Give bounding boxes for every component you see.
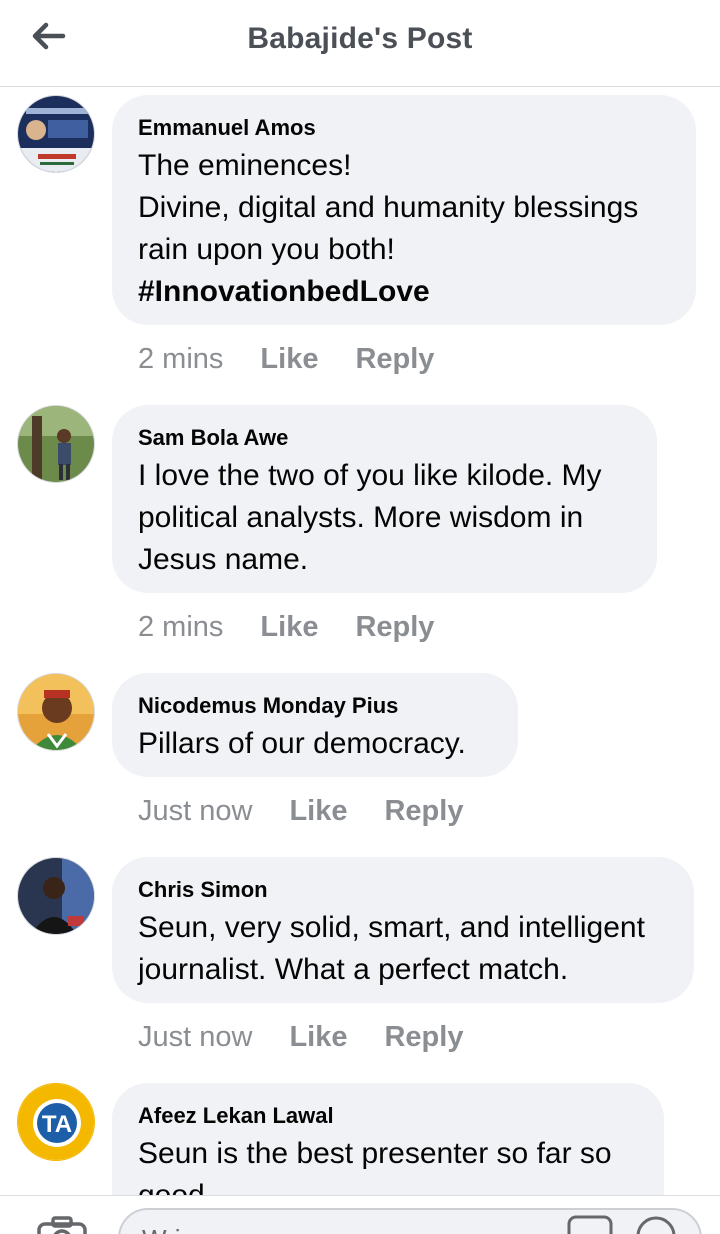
comment-bubble: Nicodemus Monday Pius Pillars of our dem… [112,673,518,777]
comment-bubble: Afeez Lekan Lawal Seun is the best prese… [112,1083,664,1195]
like-button[interactable]: Like [289,795,347,828]
reply-button[interactable]: Reply [355,611,434,644]
comment-text-line: Divine, digital and humanity blessings r… [138,191,639,266]
comment-actions: Just now Like Reply [138,791,500,831]
like-button[interactable]: Like [260,611,318,644]
comment-author[interactable]: Chris Simon [138,877,668,903]
comment-author[interactable]: Afeez Lekan Lawal [138,1103,638,1129]
emoji-icon[interactable] [634,1214,678,1234]
like-button[interactable]: Like [260,343,318,376]
comment-actions: 2 mins Like Reply [138,607,471,647]
comments-list: Emmanuel Amos The eminences! Divine, dig… [0,87,720,1195]
avatar[interactable] [17,673,95,751]
reply-button[interactable]: Reply [355,343,434,376]
comment-text-line: The eminences! [138,149,352,182]
camera-icon[interactable] [36,1216,88,1234]
comment-author[interactable]: Emmanuel Amos [138,115,670,141]
reply-button[interactable]: Reply [384,795,463,828]
avatar[interactable]: TA [17,1083,95,1161]
comment-text: Seun is the best presenter so far so goo… [138,1137,612,1195]
avatar[interactable] [17,95,95,173]
avatar[interactable] [17,405,95,483]
comment-bubble: Emmanuel Amos The eminences! Divine, dig… [112,95,696,325]
comment-text: Seun, very solid, smart, and intelligent… [138,911,645,986]
comment-hashtag[interactable]: #InnovationbedLove [138,271,670,313]
page-title: Babajide's Post [247,22,473,55]
comment-author[interactable]: Sam Bola Awe [138,425,631,451]
svg-text:TA: TA [42,1111,72,1138]
top-bar: Babajide's Post [0,0,720,87]
comment-text: Pillars of our democracy. [138,727,466,760]
like-button[interactable]: Like [289,1021,347,1054]
comment-input[interactable]: Wri [118,1208,702,1234]
comment-timestamp: 2 mins [138,610,224,643]
comment-actions: 2 mins Like Reply [138,339,471,379]
comment-timestamp: Just now [138,794,253,827]
comment-bubble: Chris Simon Seun, very solid, smart, and… [112,857,694,1003]
comment-timestamp: Just now [138,1020,253,1053]
reply-button[interactable]: Reply [384,1021,463,1054]
avatar[interactable] [17,857,95,935]
comment-actions: Just now Like Reply [138,1017,500,1057]
comment-composer: Wri [0,1195,720,1234]
comment-bubble: Sam Bola Awe I love the two of you like … [112,405,657,593]
gif-icon[interactable] [566,1214,614,1234]
comment-author[interactable]: Nicodemus Monday Pius [138,693,492,719]
comment-timestamp: 2 mins [138,342,224,375]
comment-text: I love the two of you like kilode. My po… [138,459,602,576]
